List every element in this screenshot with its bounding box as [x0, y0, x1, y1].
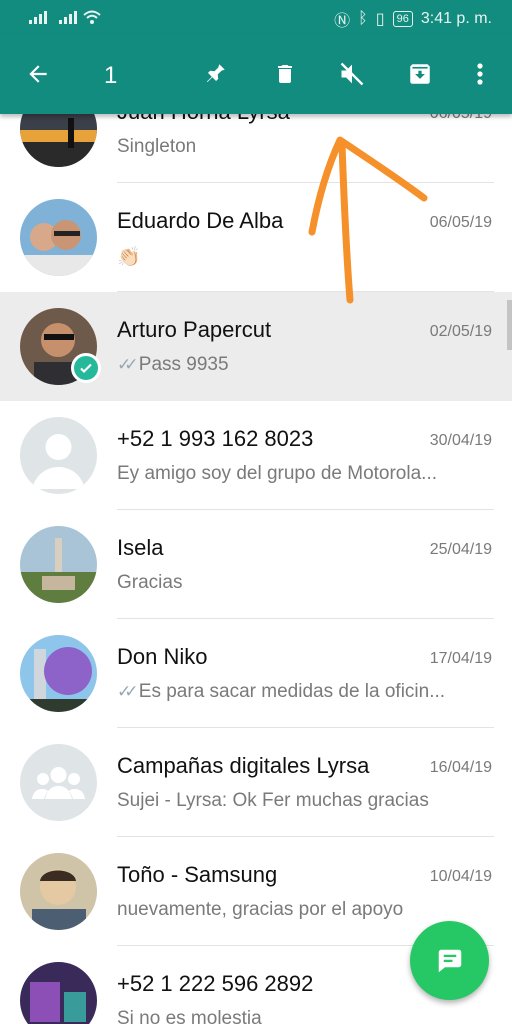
avatar — [20, 744, 97, 821]
read-ticks-icon: ✓✓ — [117, 682, 138, 701]
more-options-icon — [477, 63, 483, 85]
mute-button[interactable] — [328, 50, 376, 98]
pin-icon — [206, 64, 225, 83]
new-chat-icon — [438, 949, 461, 972]
scrollbar-thumb[interactable] — [507, 300, 512, 350]
selection-action-bar: 1 — [0, 34, 512, 114]
wifi-icon — [83, 10, 101, 24]
signal-icon — [29, 11, 47, 24]
chat-name: +52 1 222 596 2892 — [117, 971, 314, 996]
chat-date: 06/05/19 — [430, 114, 492, 123]
chat-last-message: Singleton — [117, 136, 197, 157]
chat-last-message: 👏🏻 — [117, 247, 141, 268]
chat-name: Eduardo De Alba — [117, 208, 284, 233]
chat-date: 10/04/19 — [429, 868, 492, 885]
selected-count: 1 — [104, 62, 118, 89]
chat-last-message: Ey amigo soy del grupo de Motorola... — [117, 463, 438, 484]
chat-last-message: nuevamente, gracias por el apoyo — [117, 899, 404, 920]
chat-date: 06/05/19 — [429, 214, 492, 231]
chat-last-message: Gracias — [117, 572, 183, 593]
avatar — [20, 962, 97, 1024]
chat-date: 25/04/19 — [429, 541, 492, 558]
signal-icon-2 — [59, 11, 77, 24]
selected-check-icon — [71, 353, 101, 383]
vibrate-icon: ▯ — [375, 11, 385, 28]
chat-last-message: ✓✓ Es para sacar medidas de la oficin... — [117, 681, 446, 702]
avatar — [20, 199, 97, 276]
chat-row[interactable]: Juan Horna Lyrsa 06/05/19 Singleton — [0, 114, 512, 183]
bluetooth-icon: ᛒ — [358, 10, 368, 27]
mute-icon — [340, 62, 364, 86]
avatar — [20, 417, 97, 494]
default-group-icon — [20, 744, 97, 821]
chat-date: 16/04/19 — [429, 759, 492, 776]
chat-name: Don Niko — [117, 644, 208, 669]
new-chat-button[interactable] — [410, 921, 489, 1000]
back-arrow-icon — [29, 65, 47, 83]
battery-indicator: 96 — [392, 11, 413, 27]
chat-name: Isela — [117, 535, 164, 560]
chat-row[interactable]: Eduardo De Alba 06/05/19 👏🏻 — [0, 183, 512, 292]
back-button[interactable] — [14, 50, 62, 98]
read-ticks-icon: ✓✓ — [117, 355, 138, 374]
chat-row[interactable]: Campañas digitales Lyrsa 16/04/19 Sujei … — [0, 728, 512, 837]
archive-button[interactable] — [396, 50, 444, 98]
chat-row[interactable]: Isela 25/04/19 Gracias — [0, 510, 512, 619]
avatar — [20, 114, 97, 167]
chat-last-message: ✓✓ Pass 9935 — [117, 354, 229, 375]
delete-icon — [278, 65, 292, 83]
clock: 3:41 p. m. — [420, 10, 492, 27]
nfc-icon: Ⓝ — [334, 13, 351, 30]
chat-name: Campañas digitales Lyrsa — [117, 753, 370, 778]
chat-name: Juan Horna Lyrsa — [117, 114, 290, 125]
status-bar: Ⓝ ᛒ ▯ 96 3:41 p. m. — [0, 0, 512, 34]
more-options-button[interactable] — [456, 50, 504, 98]
chat-row[interactable]: Don Niko 17/04/19 ✓✓ Es para sacar medid… — [0, 619, 512, 728]
chat-row-selected[interactable]: Arturo Papercut 02/05/19 ✓✓ Pass 9935 — [0, 292, 512, 401]
chat-last-message: Si no es molestia — [117, 1008, 262, 1024]
chat-name: Toño - Samsung — [117, 862, 278, 887]
pin-button[interactable] — [191, 50, 239, 98]
chat-name: Arturo Papercut — [117, 317, 272, 342]
chat-date: 17/04/19 — [429, 650, 492, 667]
chat-date: 30/04/19 — [429, 432, 492, 449]
archive-icon — [410, 64, 430, 84]
chat-name: +52 1 993 162 8023 — [117, 426, 314, 451]
avatar — [20, 853, 97, 930]
chat-last-message: Sujei - Lyrsa: Ok Fer muchas gracias — [117, 790, 429, 811]
chat-list: Juan Horna Lyrsa 06/05/19 Singleton Edua… — [0, 114, 512, 1024]
avatar — [20, 526, 97, 603]
chat-date: 02/05/19 — [429, 323, 492, 340]
avatar — [20, 635, 97, 712]
delete-button[interactable] — [261, 50, 309, 98]
default-person-icon — [20, 417, 97, 494]
chat-row[interactable]: +52 1 993 162 8023 30/04/19 Ey amigo soy… — [0, 401, 512, 510]
